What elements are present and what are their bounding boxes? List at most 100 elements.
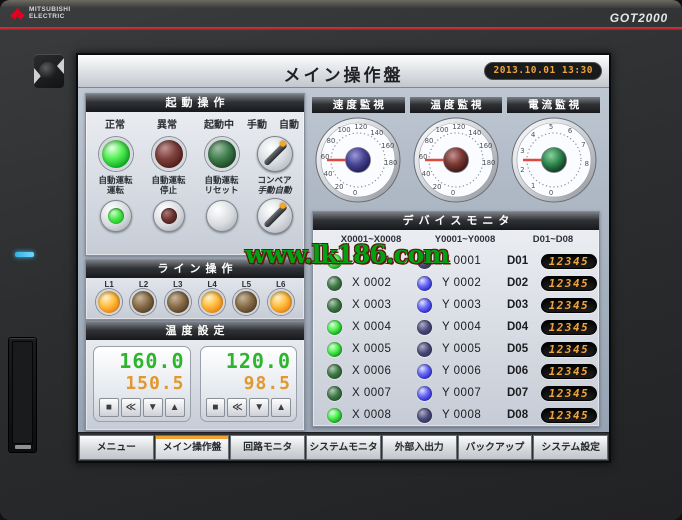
tab-menu[interactable]: メニュー xyxy=(79,435,154,460)
setpoint-value: 120.0 xyxy=(206,349,292,373)
x-lamp xyxy=(327,276,342,291)
y-lamp xyxy=(417,386,432,401)
gauge-scale-label: 160 xyxy=(382,142,395,150)
x-lamp xyxy=(327,342,342,357)
d-device-label: D07 xyxy=(507,387,541,399)
tab-system-monitor[interactable]: システムモニタ xyxy=(306,435,381,460)
usb-cover-inner xyxy=(12,341,33,444)
x-device-label: X 0008 xyxy=(345,409,417,421)
x-lamp xyxy=(327,386,342,401)
y-device-label: Y 0006 xyxy=(435,365,507,377)
tab-backup[interactable]: バックアップ xyxy=(458,435,533,460)
usb-cover-door xyxy=(8,337,37,453)
screen-tab-bar: メニュー メイン操作盤 回路モニタ システムモニタ 外部入出力 バックアップ シ… xyxy=(78,432,609,461)
normal-lamp xyxy=(99,137,133,171)
speed-gauge-group: 速度監視 0 20 40 60 80 100 120 xyxy=(312,97,405,204)
monitor-row-4: X 0004 Y 0004 D04 12345 xyxy=(313,316,599,338)
conveyor-selector-switch[interactable] xyxy=(257,198,293,234)
stop-button[interactable]: ■ xyxy=(206,398,226,417)
x-lamp xyxy=(327,408,342,423)
d-value-display: 12345 xyxy=(541,408,597,423)
got2000-hmi-device: MITSUBISHI ELECTRIC GOT2000 メイン操作盤 2013.… xyxy=(0,0,682,520)
selector2-label-manual: 手動 xyxy=(257,185,274,195)
fast-button[interactable]: ≪ xyxy=(121,398,141,417)
stop-button[interactable]: ■ xyxy=(99,398,119,417)
power-led xyxy=(15,252,34,257)
x-device-label: X 0003 xyxy=(345,299,417,311)
up-button[interactable]: ▲ xyxy=(271,398,291,417)
selector-lever xyxy=(263,142,288,167)
gauge-scale-label: 20 xyxy=(335,183,344,191)
d-value-display: 12345 xyxy=(541,298,597,313)
gauge-scale-label: 7 xyxy=(581,141,585,149)
tab-external-io[interactable]: 外部入出力 xyxy=(382,435,457,460)
tab-system-settings[interactable]: システム設定 xyxy=(533,435,608,460)
starting-lamp xyxy=(205,137,239,171)
auto-reset-button[interactable] xyxy=(206,200,238,232)
title-bar: メイン操作盤 2013.10.01 13:30 xyxy=(78,55,609,88)
tab-main-panel[interactable]: メイン操作盤 xyxy=(155,435,230,460)
y-device-label: Y 0003 xyxy=(435,299,507,311)
line-lamp-L5[interactable] xyxy=(233,289,259,315)
current-gauge-group: 電流監視 0 1 2 3 4 5 6 7 xyxy=(507,97,600,204)
monitor-row-6: X 0006 Y 0006 D06 12345 xyxy=(313,360,599,382)
line-lamp-L1[interactable] xyxy=(96,289,122,315)
gauge-scale-label: 80 xyxy=(327,137,336,145)
line-lamp-L4[interactable] xyxy=(199,289,225,315)
speed-gauge: 0 20 40 60 80 100 120 140 160 180 xyxy=(314,116,402,204)
selector-tip-dot xyxy=(278,202,286,210)
down-button[interactable]: ▼ xyxy=(249,398,269,417)
y-lamp xyxy=(417,342,432,357)
monitor-row-2: X 0002 Y 0002 D02 12345 xyxy=(313,272,599,294)
bezel-top-face xyxy=(0,0,682,8)
selector-tip-dot xyxy=(278,140,286,148)
selector-lever xyxy=(263,204,288,229)
gauge-scale-label: 5 xyxy=(549,123,553,131)
gauge-scale-label: 8 xyxy=(584,160,588,168)
temperature-gauge: 0 20 40 60 80 100 120 140 160 180 xyxy=(412,116,500,204)
x-device-label: X 0002 xyxy=(345,277,417,289)
selector1-label-manual: 手動 xyxy=(247,116,267,131)
d-value-display: 12345 xyxy=(541,364,597,379)
manual-auto-selector-switch[interactable] xyxy=(257,136,293,172)
y-lamp xyxy=(417,408,432,423)
d-device-label: D04 xyxy=(507,321,541,333)
front-sensor xyxy=(34,54,64,88)
auto-run-label: 自動運転運転 xyxy=(89,176,142,195)
brand-text: MITSUBISHI ELECTRIC xyxy=(29,6,71,20)
error-lamp xyxy=(152,137,186,171)
up-button[interactable]: ▲ xyxy=(165,398,185,417)
line-lamp-L6[interactable] xyxy=(268,289,294,315)
d-value-display: 12345 xyxy=(541,386,597,401)
y-lamp xyxy=(417,298,432,313)
auto-run-button[interactable] xyxy=(100,200,132,232)
d-value-display: 12345 xyxy=(541,254,597,269)
gauge-scale-label: 140 xyxy=(371,129,384,137)
y-device-label: Y 0005 xyxy=(435,343,507,355)
gauge-scale-label: 0 xyxy=(451,189,455,197)
down-button[interactable]: ▼ xyxy=(143,398,163,417)
datetime-display: 2013.10.01 13:30 xyxy=(484,62,602,80)
line-lamp-L3[interactable] xyxy=(165,289,191,315)
temperature-gauge-title: 温度監視 xyxy=(410,97,503,113)
startup-row2-items xyxy=(86,197,304,235)
temperature-panel-title: 温度設定 xyxy=(86,322,304,340)
speed-gauge-title: 速度監視 xyxy=(312,97,405,113)
startup-row1-labels: 正常 異常 起動中 手動 自動 xyxy=(86,116,304,131)
auto-stop-button-lamp xyxy=(161,208,177,224)
tab-circuit-monitor[interactable]: 回路モニタ xyxy=(230,435,305,460)
gauge-hub xyxy=(346,148,371,173)
x-lamp xyxy=(327,364,342,379)
temperature-controller-2: 120.0 98.5 ■ ≪ ▼ ▲ xyxy=(200,346,298,422)
gauge-scale-label: 2 xyxy=(520,166,524,174)
temperature-gauge-group: 温度監視 0 20 40 60 80 100 120 xyxy=(410,97,503,204)
gauge-row: 速度監視 0 20 40 60 80 100 120 xyxy=(312,97,600,204)
bezel-red-stripe xyxy=(0,27,682,30)
auto-stop-button[interactable] xyxy=(153,200,185,232)
gauge-scale-label: 140 xyxy=(468,129,481,137)
conveyor-label: コンベア 手動自動 xyxy=(248,176,301,195)
gauge-scale-label: 4 xyxy=(531,131,535,139)
fast-button[interactable]: ≪ xyxy=(227,398,247,417)
line-lamp-L2[interactable] xyxy=(130,289,156,315)
selector1-label-auto: 自動 xyxy=(279,116,299,131)
